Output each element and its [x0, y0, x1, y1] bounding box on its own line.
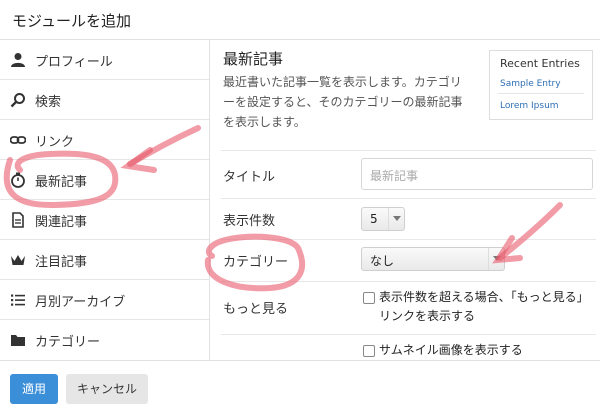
module-sidebar: プロフィール 検索 リンク 最新記事 関連記事 注目記事 月別アーカイブ カテゴ… [0, 40, 210, 360]
preview-divider [498, 93, 584, 94]
crown-icon [11, 255, 25, 265]
sidebar-item-label: リンク [35, 135, 75, 150]
chevron-down-icon [488, 248, 504, 270]
count-select[interactable]: 5 [361, 207, 405, 231]
preview-heading: Recent Entries [500, 57, 580, 70]
link-icon [10, 136, 26, 144]
form-divider [221, 150, 596, 151]
sidebar-item-label: 検索 [35, 95, 62, 110]
dialog-title: モジュールを追加 [12, 12, 131, 30]
preview-link: Lorem Ipsum [500, 101, 559, 111]
category-select[interactable]: なし [361, 247, 505, 271]
title-input[interactable]: 最新記事 [361, 158, 593, 190]
form-divider [221, 239, 596, 240]
category-label: カテゴリー [223, 255, 289, 270]
sidebar-item-search[interactable]: 検索 [0, 80, 209, 120]
title-label: タイトル [223, 170, 276, 185]
sidebar-item-profile[interactable]: プロフィール [0, 40, 209, 80]
more-link-checkbox-label[interactable]: 表示件数を超える場合、「もっと見る」リンクを表示する [379, 288, 589, 326]
sidebar-item-label: プロフィール [35, 55, 113, 70]
sidebar-item-label: 注目記事 [35, 255, 88, 270]
thumbnail-checkbox[interactable] [363, 345, 375, 357]
more-link-checkbox[interactable] [363, 292, 375, 304]
search-icon [10, 93, 25, 108]
sidebar-item-monthly-archive[interactable]: 月別アーカイブ [0, 280, 209, 320]
document-icon [12, 212, 24, 228]
sidebar-item-label: カテゴリー [35, 335, 101, 350]
count-label: 表示件数 [223, 214, 276, 229]
list-icon [11, 294, 25, 306]
sidebar-item-recent-entries[interactable]: 最新記事 [0, 160, 209, 200]
category-select-value: なし [370, 254, 395, 268]
cancel-button[interactable]: キャンセル [66, 374, 148, 404]
thumbnail-checkbox-label[interactable]: サムネイル画像を表示する [379, 341, 523, 360]
form-divider [221, 198, 596, 199]
module-preview: Recent Entries Sample Entry Lorem Ipsum [489, 50, 593, 120]
sidebar-item-label: 最新記事 [35, 175, 88, 190]
sidebar-item-label: 月別アーカイブ [35, 295, 126, 310]
more-label: もっと見る [223, 302, 289, 317]
sidebar-item-related-entries[interactable]: 関連記事 [0, 200, 209, 240]
form-divider [221, 281, 596, 282]
dialog-header: モジュールを追加 [0, 0, 600, 40]
stopwatch-icon [11, 172, 25, 188]
form-divider [221, 334, 596, 335]
module-title: 最新記事 [223, 50, 284, 68]
sidebar-item-category[interactable]: カテゴリー [0, 320, 209, 360]
sidebar-item-link[interactable]: リンク [0, 120, 209, 160]
sidebar-item-featured-entries[interactable]: 注目記事 [0, 240, 209, 280]
module-settings: 最新記事 最近書いた記事一覧を表示します。カテゴリーを設定すると、そのカテゴリー… [211, 40, 600, 360]
user-icon [11, 53, 25, 67]
sidebar-item-label: 関連記事 [35, 215, 88, 230]
apply-button[interactable]: 適用 [10, 374, 58, 404]
chevron-down-icon [388, 208, 404, 230]
title-input-placeholder: 最新記事 [370, 169, 419, 183]
count-select-value: 5 [370, 212, 378, 226]
module-description: 最近書いた記事一覧を表示します。カテゴリーを設定すると、そのカテゴリーの最新記事… [223, 75, 463, 129]
preview-link: Sample Entry [500, 79, 561, 89]
dialog-footer: 適用 キャンセル [0, 360, 600, 411]
folder-icon [11, 335, 25, 346]
